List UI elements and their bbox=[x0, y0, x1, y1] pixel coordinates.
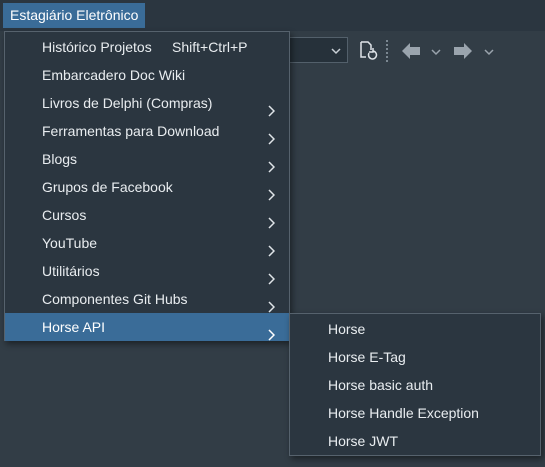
submenu-item-horse-e-tag[interactable]: Horse E-Tag bbox=[290, 343, 540, 371]
horse-api-submenu: Horse Horse E-Tag Horse basic auth Horse… bbox=[289, 313, 541, 456]
toolbar-combo[interactable] bbox=[286, 37, 348, 63]
submenu-item-label: Horse bbox=[328, 321, 366, 337]
menu-item-grupos-de-facebook[interactable]: Grupos de Facebook bbox=[5, 173, 289, 201]
back-dropdown-chevron-icon[interactable] bbox=[430, 45, 442, 61]
submenu-item-horse[interactable]: Horse bbox=[290, 315, 540, 343]
menu-item-label: Blogs bbox=[42, 151, 78, 167]
submenu-item-horse-basic-auth[interactable]: Horse basic auth bbox=[290, 371, 540, 399]
chevron-right-icon bbox=[267, 322, 276, 350]
menu-item-label: Utilitários bbox=[42, 263, 100, 279]
menu-item-historico-projetos[interactable]: Histórico Projetos Shift+Ctrl+P bbox=[5, 33, 289, 61]
menu-item-label: Embarcadero Doc Wiki bbox=[42, 67, 186, 83]
submenu-item-label: Horse E-Tag bbox=[328, 349, 406, 365]
menu-item-shortcut: Shift+Ctrl+P bbox=[172, 39, 248, 55]
forward-arrow-icon[interactable] bbox=[452, 41, 474, 64]
submenu-item-label: Horse JWT bbox=[328, 433, 398, 449]
toolbar-separator bbox=[386, 40, 388, 62]
menu-item-embarcadero-doc-wiki[interactable]: Embarcadero Doc Wiki bbox=[5, 61, 289, 89]
menu-item-blogs[interactable]: Blogs bbox=[5, 145, 289, 173]
menu-bar: Estagiário Eletrônico bbox=[0, 0, 545, 31]
refresh-document-icon[interactable] bbox=[358, 40, 378, 65]
submenu-item-label: Horse Handle Exception bbox=[328, 405, 479, 421]
back-arrow-icon[interactable] bbox=[400, 41, 422, 64]
menu-item-horse-api[interactable]: Horse API bbox=[5, 313, 289, 341]
menu-item-label: Grupos de Facebook bbox=[42, 179, 173, 195]
menu-item-label: Histórico Projetos bbox=[42, 39, 152, 55]
menu-item-livros-de-delphi[interactable]: Livros de Delphi (Compras) bbox=[5, 89, 289, 117]
submenu-item-label: Horse basic auth bbox=[328, 377, 434, 393]
menu-item-label: Cursos bbox=[42, 207, 87, 223]
dropdown-menu: Histórico Projetos Shift+Ctrl+P Embarcad… bbox=[4, 31, 290, 341]
menu-item-youtube[interactable]: YouTube bbox=[5, 229, 289, 257]
menu-item-label: Componentes Git Hubs bbox=[42, 291, 188, 307]
menu-item-componentes-git-hubs[interactable]: Componentes Git Hubs bbox=[5, 285, 289, 313]
submenu-item-horse-handle-exception[interactable]: Horse Handle Exception bbox=[290, 399, 540, 427]
menu-item-label: Ferramentas para Download bbox=[42, 123, 220, 139]
menu-item-utilitarios[interactable]: Utilitários bbox=[5, 257, 289, 285]
menu-item-ferramentas-para-download[interactable]: Ferramentas para Download bbox=[5, 117, 289, 145]
submenu-item-horse-jwt[interactable]: Horse JWT bbox=[290, 427, 540, 455]
forward-dropdown-chevron-icon[interactable] bbox=[483, 45, 495, 61]
menu-estagiario-eletronico[interactable]: Estagiário Eletrônico bbox=[3, 3, 146, 28]
menu-item-cursos[interactable]: Cursos bbox=[5, 201, 289, 229]
menu-item-label: Horse API bbox=[42, 319, 106, 335]
chevron-down-icon bbox=[330, 44, 342, 60]
menu-item-label: YouTube bbox=[42, 235, 98, 251]
menu-item-label: Livros de Delphi (Compras) bbox=[42, 95, 213, 111]
